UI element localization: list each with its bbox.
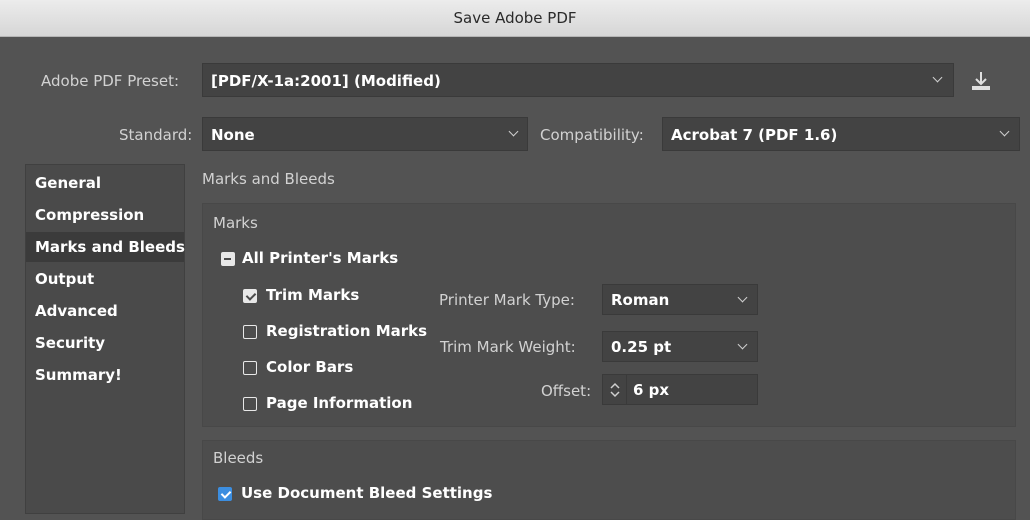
bleeds-group-title: Bleeds — [213, 449, 264, 467]
sidebar-item-label: Advanced — [35, 302, 118, 320]
sidebar-item-label: General — [35, 174, 101, 192]
chevron-down-icon — [737, 339, 748, 350]
download-icon — [972, 72, 990, 90]
window-title: Save Adobe PDF — [453, 9, 577, 27]
bleeds-group: Bleeds Use Document Bleed Settings — [202, 440, 1016, 520]
sidebar-item-general[interactable]: General — [26, 168, 184, 198]
compatibility-value: Acrobat 7 (PDF 1.6) — [671, 126, 838, 144]
marks-group-title: Marks — [213, 214, 258, 232]
standard-dropdown[interactable]: None — [202, 117, 528, 151]
trim-marks-checkbox[interactable] — [243, 289, 257, 303]
all-printers-marks-label: All Printer's Marks — [242, 249, 399, 267]
printer-mark-type-label: Printer Mark Type: — [439, 291, 575, 309]
sidebar-item-marks-and-bleeds[interactable]: Marks and Bleeds — [26, 232, 185, 262]
registration-marks-label: Registration Marks — [266, 322, 428, 340]
page-information-label: Page Information — [266, 394, 413, 412]
chevron-down-icon — [737, 292, 748, 303]
sidebar-item-label: Marks and Bleeds — [35, 238, 185, 256]
chevron-down-icon — [932, 72, 943, 83]
compatibility-label: Compatibility: — [540, 126, 644, 144]
marks-group: Marks All Printer's Marks Trim Marks Reg… — [202, 203, 1016, 427]
registration-marks-checkbox[interactable] — [243, 325, 257, 339]
offset-stepper[interactable]: 6 px — [602, 374, 758, 405]
all-printers-marks-checkbox[interactable] — [221, 252, 235, 266]
save-preset-icon[interactable] — [968, 68, 994, 94]
use-document-bleed-label: Use Document Bleed Settings — [241, 484, 493, 502]
category-sidebar: General Compression Marks and Bleeds Out… — [25, 164, 185, 514]
color-bars-checkbox[interactable] — [243, 361, 257, 375]
sidebar-item-label: Output — [35, 270, 95, 288]
sidebar-item-compression[interactable]: Compression — [26, 200, 184, 230]
preset-dropdown[interactable]: [PDF/X-1a:2001] (Modified) — [202, 63, 954, 97]
trim-mark-weight-value: 0.25 pt — [611, 338, 672, 356]
stepper-arrows-icon[interactable] — [608, 380, 622, 400]
trim-mark-weight-dropdown[interactable]: 0.25 pt — [602, 331, 758, 362]
sidebar-item-summary[interactable]: Summary! — [26, 360, 184, 390]
offset-value: 6 px — [633, 381, 670, 399]
trim-mark-weight-label: Trim Mark Weight: — [440, 338, 576, 356]
standard-label: Standard: — [119, 126, 193, 144]
stepper-divider — [626, 375, 627, 404]
offset-label: Offset: — [541, 382, 592, 400]
trim-marks-label: Trim Marks — [266, 286, 360, 304]
window-titlebar: Save Adobe PDF — [0, 0, 1030, 37]
sidebar-item-label: Summary! — [35, 366, 122, 384]
color-bars-label: Color Bars — [266, 358, 354, 376]
compatibility-dropdown[interactable]: Acrobat 7 (PDF 1.6) — [662, 117, 1020, 151]
sidebar-item-label: Compression — [35, 206, 145, 224]
chevron-down-icon — [508, 126, 519, 137]
panel-title: Marks and Bleeds — [202, 170, 335, 188]
chevron-down-icon — [999, 126, 1010, 137]
sidebar-item-label: Security — [35, 334, 106, 352]
sidebar-item-output[interactable]: Output — [26, 264, 184, 294]
preset-label: Adobe PDF Preset: — [41, 72, 180, 90]
printer-mark-type-value: Roman — [611, 291, 670, 309]
printer-mark-type-dropdown[interactable]: Roman — [602, 284, 758, 315]
standard-value: None — [211, 126, 255, 144]
sidebar-item-security[interactable]: Security — [26, 328, 184, 358]
preset-value: [PDF/X-1a:2001] (Modified) — [211, 72, 441, 90]
use-document-bleed-checkbox[interactable] — [218, 487, 232, 501]
page-information-checkbox[interactable] — [243, 397, 257, 411]
sidebar-item-advanced[interactable]: Advanced — [26, 296, 184, 326]
